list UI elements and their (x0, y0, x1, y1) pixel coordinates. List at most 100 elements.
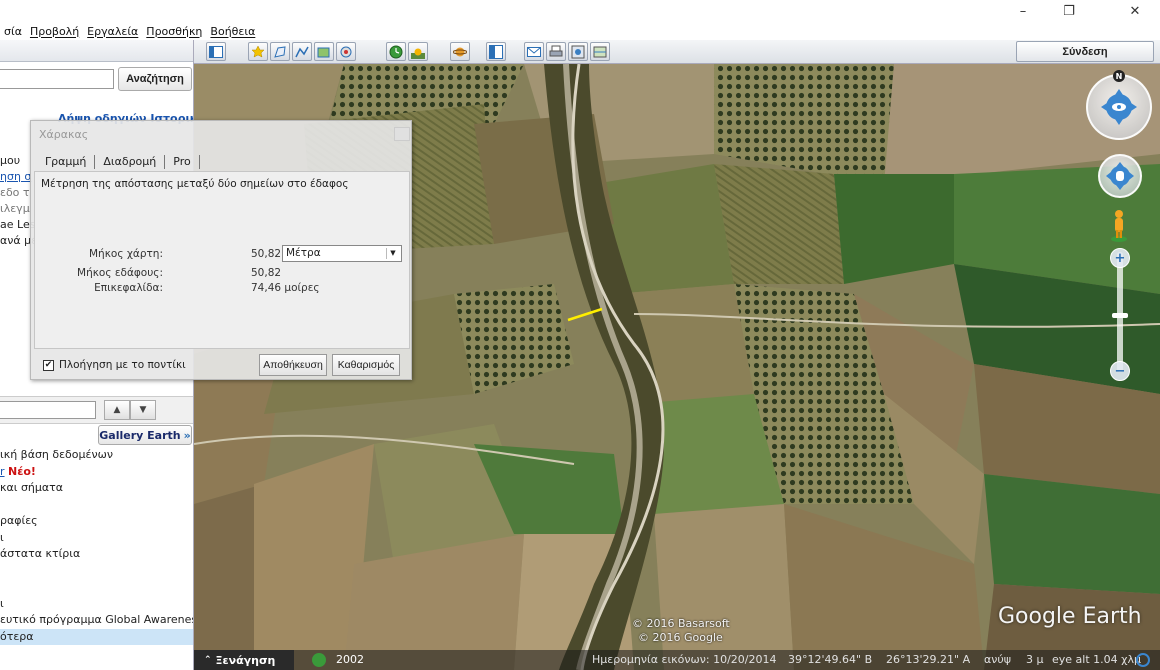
save-image-button[interactable] (568, 42, 588, 61)
ruler-description: Μέτρηση της απόστασης μεταξύ δύο σημείων… (41, 178, 349, 190)
status-bar: ⌃ Ξενάγηση 2002 Ημερομηνία εικόνων: 10/2… (194, 650, 1160, 670)
new-badge: Νέο! (8, 464, 36, 478)
layer-item[interactable]: και σήματα (0, 480, 193, 497)
layer-item[interactable]: άστατα κτίρια (0, 546, 193, 563)
north-indicator[interactable]: N (1113, 70, 1125, 82)
layer-item[interactable]: ική βάση δεδομένων (0, 447, 193, 464)
gallery-label: Gallery Earth (99, 428, 181, 442)
layer-item[interactable] (0, 579, 193, 596)
look-joystick-icon (1101, 89, 1137, 125)
expand-up-icon: ⌃ (204, 655, 212, 665)
restore-button[interactable]: ❐ (1046, 0, 1092, 22)
planet-icon (453, 47, 467, 56)
ruler-close-button[interactable] (394, 127, 410, 141)
ruler-tabs: Γραμμή Διαδρομή Pro (45, 155, 200, 169)
image-overlay-icon (317, 47, 330, 57)
heading-label: Επικεφαλίδα: (94, 282, 163, 294)
copyright-google: © 2016 Google (638, 631, 723, 644)
hand-icon (1106, 162, 1134, 190)
eye-altitude: eye alt 1.04 χλμ (1052, 653, 1141, 666)
add-image-overlay-button[interactable] (314, 42, 334, 61)
dropdown-arrow-icon: ▼ (386, 248, 399, 259)
toggle-sidebar-button[interactable] (206, 42, 226, 61)
historical-imagery-icon[interactable] (312, 653, 326, 667)
ruler-icon (489, 44, 503, 59)
mouse-navigation-label: Πλοήγηση με το ποντίκι (59, 359, 186, 371)
zoom-out-button[interactable]: − (1110, 361, 1130, 381)
move-up-button[interactable]: ▲ (104, 400, 130, 420)
tab-line[interactable]: Γραμμή (45, 155, 94, 169)
street-view-pegman[interactable] (1109, 208, 1129, 242)
main-toolbar: Σύνδεση (194, 40, 1160, 64)
look-control[interactable] (1086, 74, 1152, 140)
menu-add[interactable]: Προσθήκη (142, 25, 206, 38)
zoom-in-button[interactable]: + (1110, 248, 1130, 268)
copyright-basarsoft: © 2016 Basarsoft (632, 617, 730, 630)
layer-item-selected[interactable]: ότερα (0, 628, 193, 645)
clear-button[interactable]: Καθαρισμός (332, 354, 400, 376)
google-earth-logo: Google Earth (998, 604, 1142, 629)
side-text-2: εδο τ (0, 186, 30, 199)
sign-in-button[interactable]: Σύνδεση (1016, 41, 1154, 62)
ground-length-value: 50,82 (251, 267, 282, 279)
ground-length-label: Μήκος εδάφους: (77, 267, 163, 279)
pegman-icon (1111, 210, 1127, 242)
save-button[interactable]: Αποθήκευση (259, 354, 327, 376)
search-button[interactable]: Αναζήτηση (118, 67, 192, 91)
side-text-1: μου (0, 154, 21, 167)
menu-help[interactable]: Βοήθεια (206, 25, 259, 38)
record-tour-button[interactable] (336, 42, 356, 61)
path-icon (295, 46, 309, 57)
unit-select[interactable]: Μέτρα ▼ (282, 245, 402, 262)
arrow-down-icon: ▼ (139, 405, 147, 415)
arrow-up-icon: ▲ (113, 405, 121, 415)
move-control[interactable] (1098, 154, 1142, 198)
layer-item[interactable] (0, 497, 193, 514)
sunlight-button[interactable] (408, 42, 428, 61)
map-length-value: 50,82 (251, 248, 282, 260)
view-maps-button[interactable] (590, 42, 610, 61)
tab-pro[interactable]: Pro (164, 155, 200, 169)
search-panel-header (0, 40, 193, 62)
email-button[interactable] (524, 42, 544, 61)
zoom-slider-handle[interactable] (1112, 313, 1128, 318)
menu-file-fragment[interactable]: σία (0, 25, 26, 38)
elevation-label: ανύψ (984, 653, 1012, 666)
imagery-year: 2002 (336, 653, 364, 666)
menu-tools[interactable]: Εργαλεία (83, 25, 142, 38)
minimize-icon: – (1019, 3, 1027, 19)
layer-item[interactable]: r Νέο! (0, 464, 193, 481)
ruler-dialog: Χάρακας Γραμμή Διαδρομή Pro Μέτρηση της … (30, 120, 412, 380)
layer-item[interactable]: ι (0, 530, 193, 547)
move-down-button[interactable]: ▼ (130, 400, 156, 420)
restore-icon: ❐ (1063, 3, 1075, 19)
add-placemark-button[interactable] (248, 42, 268, 61)
places-search-input[interactable] (0, 401, 96, 419)
historical-imagery-button[interactable] (386, 42, 406, 61)
add-polygon-button[interactable] (270, 42, 290, 61)
planets-button[interactable] (450, 42, 470, 61)
mouse-navigation-checkbox[interactable]: ✔ (43, 359, 54, 371)
layer-item[interactable]: ραφίες (0, 513, 193, 530)
gallery-earth-button[interactable]: Gallery Earth » (98, 425, 192, 445)
layer-item[interactable]: ευτικό πρόγραμμα Global Awareness (0, 612, 193, 629)
side-text-3: ιλεγμ (0, 202, 30, 215)
print-button[interactable] (546, 42, 566, 61)
tab-path[interactable]: Διαδρομή (94, 155, 164, 169)
close-button[interactable]: ✕ (1112, 0, 1158, 22)
printer-icon (549, 45, 563, 56)
side-link-1[interactable]: ηση σ (0, 170, 31, 183)
sidebar-icon (209, 45, 223, 58)
tour-button[interactable]: ⌃ Ξενάγηση (194, 650, 294, 670)
map-length-label: Μήκος χάρτη: (89, 248, 163, 260)
mouse-navigation-option[interactable]: ✔ Πλοήγηση με το ποντίκι (43, 359, 186, 371)
layer-item[interactable] (0, 563, 193, 580)
layer-item[interactable]: ι (0, 596, 193, 613)
placemark-icon (251, 44, 265, 57)
minimize-button[interactable]: – (1000, 0, 1046, 22)
ruler-button[interactable] (486, 42, 506, 61)
search-input[interactable] (0, 69, 114, 89)
menu-view[interactable]: Προβολή (26, 25, 83, 38)
add-path-button[interactable] (292, 42, 312, 61)
zoom-slider-track[interactable] (1117, 252, 1123, 372)
